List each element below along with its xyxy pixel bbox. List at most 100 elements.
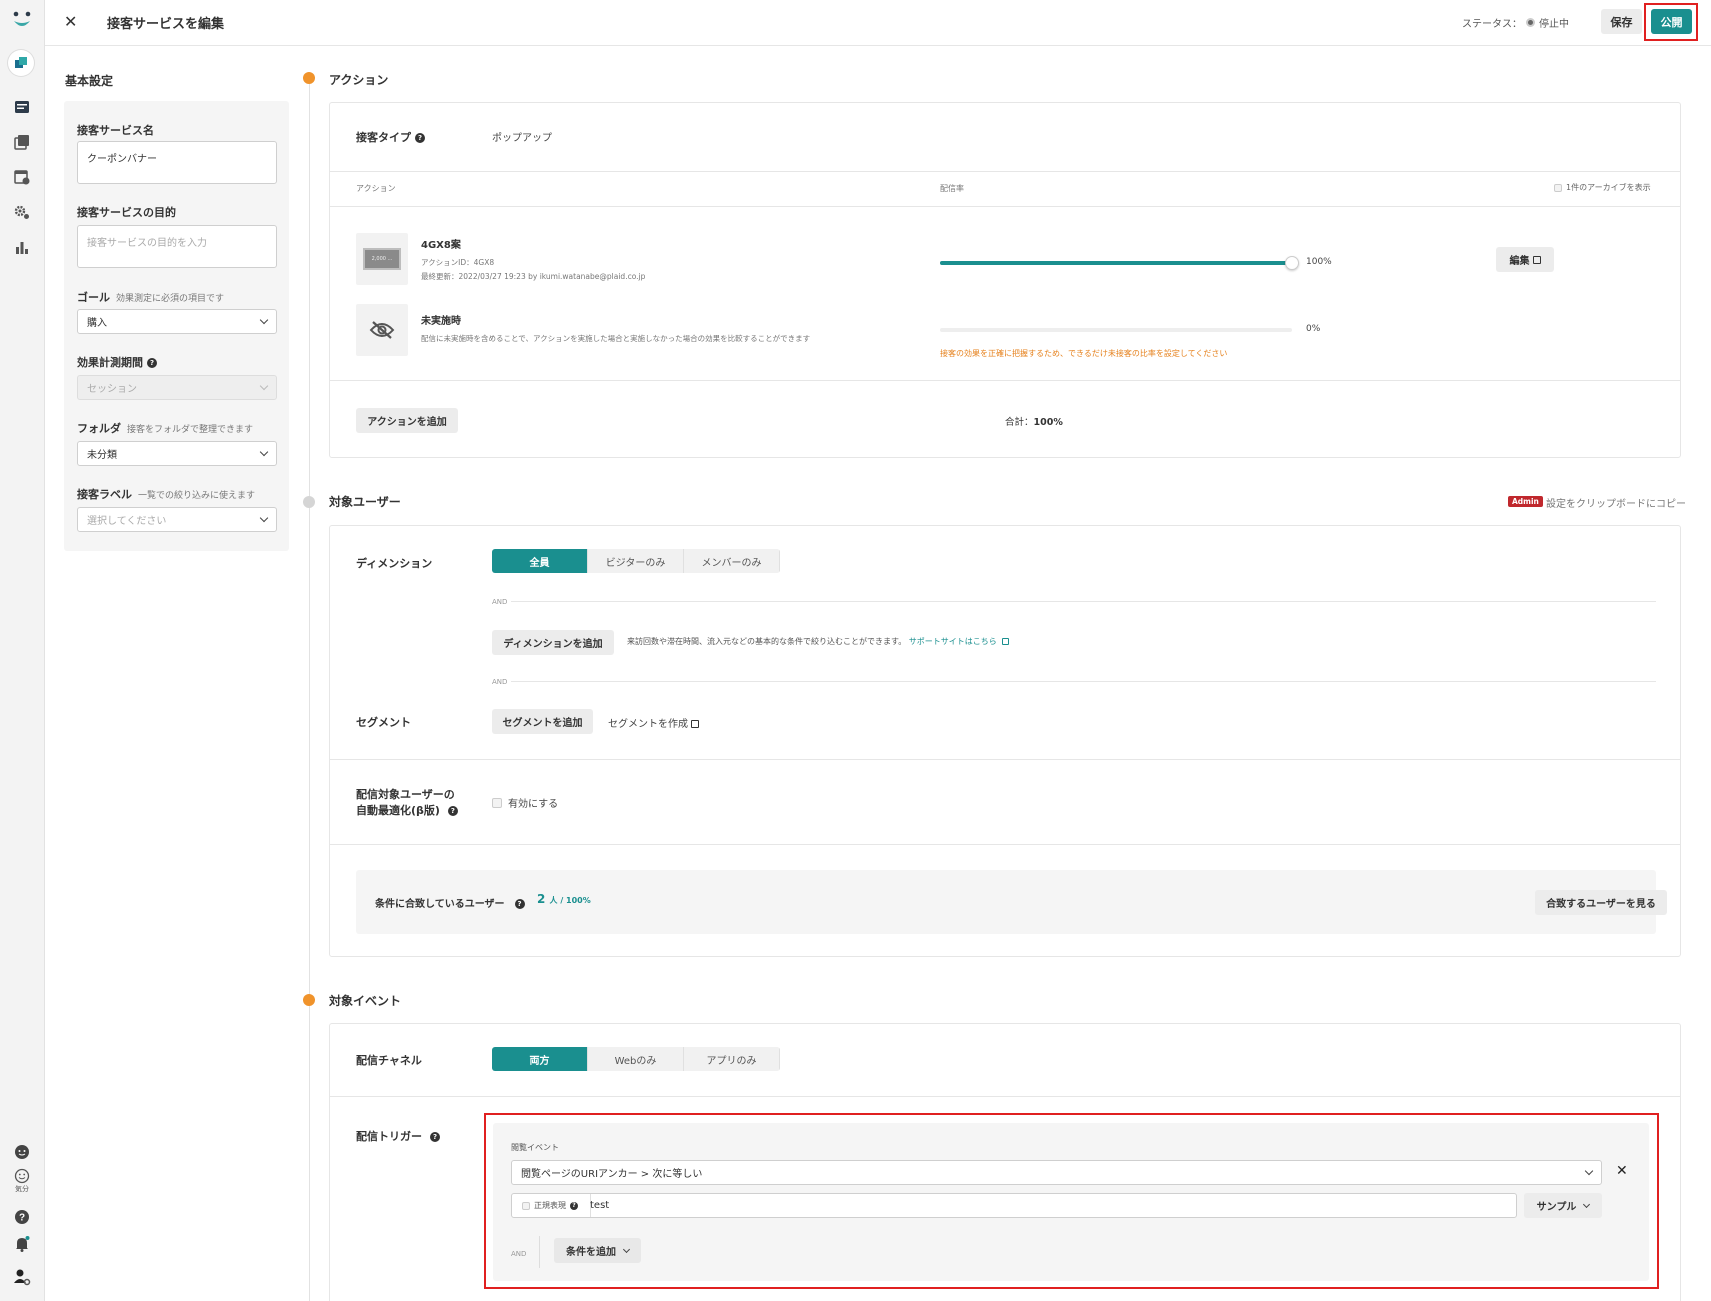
channel-app-only[interactable]: アプリのみ	[684, 1047, 780, 1071]
analytics-icon[interactable]	[10, 235, 34, 259]
no-action-warning: 接客の効果を正確に把握するため、できるだけ未接客の比率を設定してください	[940, 349, 1228, 358]
service-name-input[interactable]: クーポンバナー	[77, 141, 277, 184]
condition-value-input[interactable]: test	[590, 1200, 609, 1211]
edit-action-button[interactable]: 編集	[1496, 247, 1554, 272]
divider	[330, 171, 1680, 172]
help-icon[interactable]: ?	[447, 806, 458, 816]
trigger-panel: 閲覧イベント 閲覧ページのURIアンカー > 次に等しい ✕ 正規表現? tes…	[493, 1123, 1649, 1281]
target-users-card: ディメンション 全員 ビジターのみ メンバーのみ AND ディメンションを追加 …	[329, 525, 1681, 957]
templates-icon[interactable]	[10, 130, 34, 154]
user-account-icon[interactable]	[10, 1265, 34, 1289]
enable-checkbox[interactable]	[492, 797, 502, 808]
regex-toggle[interactable]: 正規表現?	[522, 1200, 578, 1211]
chevron-down-icon	[259, 381, 269, 391]
help-icon[interactable]: ?	[415, 133, 425, 143]
notification-bell-icon[interactable]	[10, 1232, 34, 1256]
chevron-down-icon	[259, 315, 269, 325]
mood-icon[interactable]: 気分	[10, 1166, 34, 1196]
add-condition-button[interactable]: 条件を追加	[554, 1238, 641, 1263]
folder-select[interactable]: 未分類	[77, 441, 277, 466]
divider	[511, 601, 1656, 602]
save-button[interactable]: 保存	[1601, 9, 1642, 34]
segment-all[interactable]: 全員	[492, 549, 588, 573]
purpose-input[interactable]: 接客サービスの目的を入力	[77, 225, 277, 268]
external-link-icon	[1532, 255, 1541, 264]
help-icon[interactable]: ?	[10, 1205, 34, 1229]
folder-label: フォルダ 接客をフォルダで整理できます	[77, 422, 254, 435]
remove-condition-icon[interactable]: ✕	[1616, 1163, 1628, 1179]
segment-visitors-only[interactable]: ビジターのみ	[588, 549, 684, 573]
campaign-icon[interactable]	[10, 95, 34, 119]
and-label: AND	[511, 1250, 527, 1258]
add-segment-button[interactable]: セグメントを追加	[492, 709, 593, 734]
auto-optimize-label: 配信対象ユーザーの 自動最適化(β版)?	[356, 787, 458, 819]
archive-checkbox[interactable]	[1554, 183, 1562, 192]
karte-logo-icon[interactable]	[10, 8, 34, 32]
no-action-rate: 0%	[1306, 324, 1321, 334]
basic-settings-heading: 基本設定	[65, 74, 114, 88]
page-title: 接客サービスを編集	[107, 17, 225, 32]
col-action-header: アクション	[356, 184, 396, 193]
status-stopped-icon	[1526, 18, 1535, 27]
add-dimension-button[interactable]: ディメンションを追加	[492, 630, 614, 655]
chevron-down-icon	[1583, 1200, 1591, 1208]
copy-settings-link[interactable]: 設定をクリップボードにコピー	[1546, 495, 1686, 510]
help-icon[interactable]: ?	[570, 1201, 578, 1210]
channel-both[interactable]: 両方	[492, 1047, 588, 1071]
action-item-name[interactable]: 4GX8案	[421, 236, 461, 251]
schedule-icon[interactable]	[10, 165, 34, 189]
basic-settings-panel: 接客サービス名 クーポンバナー 接客サービスの目的 接客サービスの目的を入力 ゴ…	[64, 101, 289, 551]
channel-web-only[interactable]: Webのみ	[588, 1047, 684, 1071]
goal-label: ゴール 効果測定に必須の項目です	[77, 291, 225, 304]
channel-segmented-control[interactable]: 両方 Webのみ アプリのみ	[492, 1047, 780, 1071]
project-switcher-icon[interactable]	[8, 50, 34, 76]
status-label: ステータス：	[1462, 19, 1522, 30]
rate-slider-handle[interactable]	[1285, 256, 1299, 270]
no-action-desc: 配信に未実施時を含めることで、アクションを実施した場合と実施しなかった場合の効果…	[421, 334, 811, 343]
help-icon[interactable]: ?	[514, 899, 525, 909]
chevron-down-icon	[259, 513, 269, 523]
status-value: 停止中	[1539, 19, 1569, 30]
settings-icon[interactable]	[10, 200, 34, 224]
segment-members-only[interactable]: メンバーのみ	[684, 549, 780, 573]
add-action-button[interactable]: アクションを追加	[356, 408, 458, 433]
tag-select[interactable]: 選択してください	[77, 507, 277, 532]
action-item-updated: 最終更新：2022/03/27 19:23 by ikumi.watanabe@…	[421, 272, 646, 281]
top-header: ✕ 接客サービスを編集 ステータス： 停止中 保存 公開	[45, 0, 1711, 46]
period-label: 効果計測期間?	[77, 354, 157, 370]
dimension-segmented-control[interactable]: 全員 ビジターのみ メンバーのみ	[492, 549, 780, 573]
name-label: 接客サービス名	[77, 124, 154, 137]
goal-select[interactable]: 購入	[77, 309, 277, 334]
no-action-name: 未実施時	[421, 316, 461, 327]
close-icon[interactable]: ✕	[64, 12, 77, 31]
create-segment-link[interactable]: セグメントを作成	[608, 715, 699, 730]
target-events-status-dot	[303, 994, 315, 1006]
purpose-label: 接客サービスの目的	[77, 206, 176, 219]
action-item-id: アクションID：4GX8	[421, 258, 495, 267]
support-site-link[interactable]: サポートサイトはこちら	[909, 637, 997, 646]
action-item-rate: 100%	[1306, 257, 1332, 267]
regex-checkbox[interactable]	[522, 1201, 530, 1210]
timeline-line	[309, 78, 310, 1301]
tag-label: 接客ラベル 一覧での絞り込みに使えます	[77, 488, 256, 501]
and-label: AND	[492, 598, 508, 606]
thumbnail-image: 2,000 ...	[363, 248, 401, 270]
view-matching-users-button[interactable]: 合致するユーザーを見る	[1535, 890, 1667, 915]
divider	[330, 844, 1680, 845]
matching-users-panel: 条件に合致しているユーザー? 2 人 / 100% 合致するユーザーを見る	[356, 870, 1667, 934]
type-value: ポップアップ	[492, 133, 552, 144]
rate-slider[interactable]	[940, 256, 1300, 270]
condition-select[interactable]: 閲覧ページのURIアンカー > 次に等しい	[511, 1160, 1602, 1185]
action-thumbnail[interactable]: 2,000 ...	[356, 233, 408, 285]
publish-button[interactable]: 公開	[1651, 9, 1692, 34]
chevron-down-icon	[1584, 1166, 1594, 1176]
help-icon[interactable]: ?	[430, 1132, 440, 1142]
archive-toggle[interactable]: 1件のアーカイブを表示	[1554, 182, 1651, 193]
type-label: 接客タイプ?	[356, 129, 425, 145]
enable-optimize-toggle[interactable]: 有効にする	[492, 795, 558, 810]
help-icon[interactable]: ?	[147, 358, 157, 368]
total-rate: 合計：100%	[1005, 417, 1063, 428]
chat-icon[interactable]	[10, 1140, 34, 1164]
dimension-hint: 来訪回数や滞在時間、流入元などの基本的な条件で絞り込むことができます。 サポート…	[627, 636, 1010, 647]
sample-dropdown-button[interactable]: サンプル	[1524, 1193, 1602, 1218]
